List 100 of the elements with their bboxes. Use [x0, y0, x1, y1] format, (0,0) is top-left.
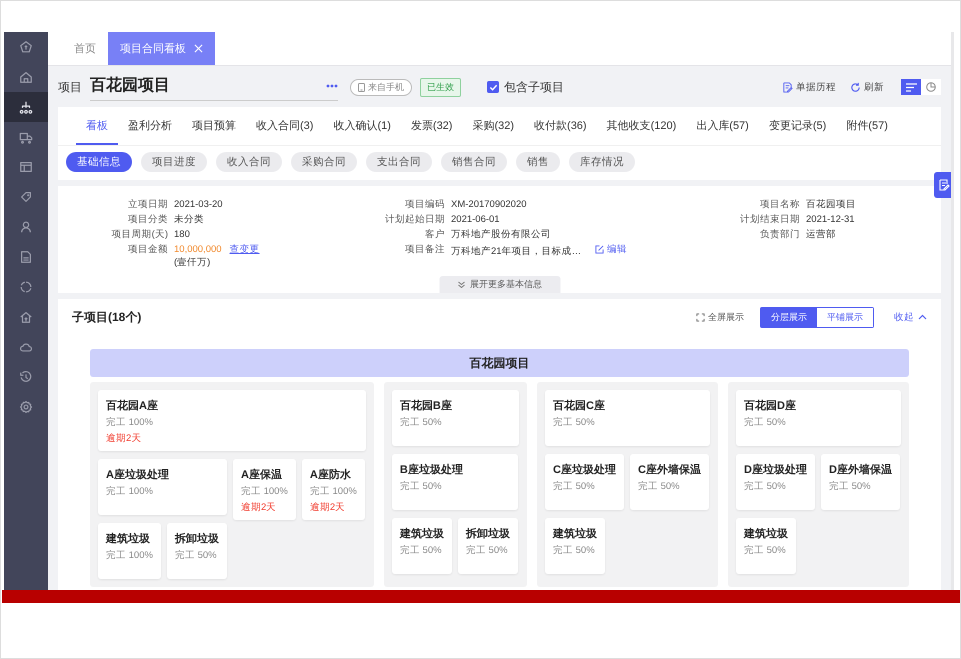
overdue-text: 逾期2天	[310, 501, 346, 514]
subproject-card[interactable]: 百花园B座 完工 50%	[392, 390, 519, 446]
edit-link[interactable]: 编辑	[595, 243, 628, 256]
filter-chip[interactable]: 采购合同	[291, 152, 357, 172]
phone-icon	[358, 82, 365, 92]
subproject-name: 百花园C座	[553, 398, 606, 413]
field-value: 未分类	[174, 213, 204, 226]
tab[interactable]: 附件(57)	[836, 107, 898, 145]
view-mode-button[interactable]: 分层展示	[761, 308, 817, 326]
tab[interactable]: 收入确认(1)	[323, 107, 401, 145]
filter-chip[interactable]: 基础信息	[66, 152, 132, 172]
view-toggle-button[interactable]	[901, 79, 921, 95]
subproject-name: 建筑垃圾	[553, 526, 597, 541]
completion-text: 完工 100%	[106, 416, 154, 429]
completion-text: 完工 50%	[638, 480, 681, 493]
expand-button[interactable]: 展开更多基本信息	[439, 276, 560, 293]
field-label: 项目编码	[404, 198, 445, 211]
subproject-card[interactable]: 建筑垃圾 完工 100%	[98, 523, 161, 579]
completion-text: 完工 50%	[466, 544, 509, 557]
subproject-card[interactable]: C座垃圾处理 完工 50%	[545, 454, 624, 510]
subproject-name: 百花园A座	[106, 398, 159, 413]
field-label: 项目名称	[759, 198, 800, 211]
completion-text: 完工 50%	[553, 416, 596, 429]
include-children-checkbox[interactable]: 包含子项目	[487, 78, 564, 96]
pie-chart-icon	[926, 82, 936, 92]
subproject-card[interactable]: D座垃圾处理 完工 50%	[736, 454, 815, 510]
subproject-card[interactable]: 建筑垃圾 完工 50%	[545, 518, 605, 574]
subproject-name: 拆卸垃圾	[174, 532, 219, 546]
history-icon	[19, 370, 33, 384]
tab[interactable]: 盈利分析	[118, 107, 182, 145]
project-title-field[interactable]: 百花园项目	[90, 73, 338, 101]
field-label: 立项日期	[127, 198, 168, 211]
root-project-name: 百花园项目	[470, 354, 530, 372]
completion-text: 完工 50%	[553, 480, 596, 493]
subproject-card[interactable]: A座垃圾处理 完工 100%	[98, 459, 227, 515]
toolbar-button[interactable]: 单据历程	[779, 80, 839, 94]
tab[interactable]: 项目预算	[182, 107, 246, 145]
subproject-card[interactable]: 百花园C座 完工 50%	[545, 390, 710, 446]
change-link[interactable]: 查变更	[230, 243, 260, 256]
completion-text: 完工 50%	[744, 480, 787, 493]
document-icon	[19, 250, 33, 264]
double-chevron-down-icon	[457, 281, 465, 288]
filter-chip[interactable]: 项目进度	[141, 152, 207, 172]
tab[interactable]: 其他收支(120)	[596, 107, 686, 145]
tab[interactable]: 收付款(36)	[524, 107, 597, 145]
close-icon[interactable]	[194, 44, 203, 53]
subproject-card[interactable]: 拆卸垃圾 完工 50%	[166, 523, 227, 579]
status-badge: 已生效	[420, 78, 461, 96]
completion-text: 完工 50%	[744, 544, 787, 557]
subproject-card[interactable]: 拆卸垃圾 完工 50%	[458, 518, 518, 574]
fullscreen-icon	[696, 312, 705, 322]
field-label: 客户	[424, 228, 445, 241]
filter-chip[interactable]: 销售合同	[441, 152, 507, 172]
tab[interactable]: 收入合同(3)	[246, 107, 324, 145]
subproject-card[interactable]: 建筑垃圾 完工 50%	[392, 518, 452, 574]
field-label: 负责部门	[759, 228, 800, 241]
side-float-button[interactable]	[934, 172, 951, 198]
toolbar-button[interactable]: 刷新	[847, 80, 887, 94]
refresh-icon	[850, 82, 861, 92]
filter-chip[interactable]: 支出合同	[366, 152, 432, 172]
more-icon[interactable]	[326, 84, 338, 88]
subproject-card[interactable]: D座外墙保温 完工 50%	[820, 454, 900, 510]
subproject-card[interactable]: 建筑垃圾 完工 50%	[736, 518, 796, 574]
chevron-up-icon	[918, 314, 927, 320]
page-tab-label: 项目合同看板	[120, 42, 186, 56]
view-toggle-button[interactable]	[921, 79, 941, 95]
subproject-card[interactable]: 百花园D座 完工 50%	[736, 390, 901, 446]
settings-icon	[19, 400, 33, 414]
filter-chip[interactable]: 销售	[516, 152, 560, 172]
fullscreen-button[interactable]: 全屏展示	[690, 310, 750, 324]
subproject-card[interactable]: C座外墙保温 完工 50%	[630, 454, 709, 510]
tab[interactable]: 变更记录(5)	[758, 107, 836, 145]
document-edit-icon	[782, 82, 793, 92]
collapse-button[interactable]: 收起	[894, 310, 927, 324]
checkbox[interactable]	[487, 81, 499, 93]
field-label: 项目备注	[404, 243, 445, 257]
field-value: 百花园项目	[806, 198, 856, 211]
tab[interactable]: 发票(32)	[400, 107, 462, 145]
subproject-card[interactable]: A座保温 完工 100% 逾期2天	[232, 459, 296, 520]
sidebar-item[interactable]	[4, 92, 48, 122]
tab[interactable]: 采购(32)	[462, 107, 524, 145]
edit-icon	[595, 245, 604, 254]
page-tab[interactable]: 首页	[62, 32, 108, 65]
amount-in-words: (壹仟万)	[174, 256, 212, 269]
tag-icon	[19, 190, 33, 204]
tab[interactable]: 看板	[76, 107, 118, 145]
subproject-card[interactable]: B座垃圾处理 完工 50%	[392, 454, 518, 510]
completion-text: 完工 100%	[240, 485, 288, 498]
completion-text: 完工 100%	[310, 485, 357, 498]
subproject-name: 百花园D座	[744, 398, 797, 413]
subproject-card[interactable]: A座防水 完工 100% 逾期2天	[302, 459, 365, 520]
tab[interactable]: 出入库(57)	[686, 107, 759, 145]
filter-chip[interactable]: 库存情况	[569, 152, 635, 172]
field-label: 项目周期(天)	[110, 228, 168, 241]
subproject-card[interactable]: 百花园A座 完工 100% 逾期2天	[98, 390, 366, 451]
filter-chip[interactable]: 收入合同	[216, 152, 282, 172]
overdue-text: 逾期2天	[240, 501, 278, 514]
subproject-name: 建筑垃圾	[744, 526, 788, 541]
list-icon	[906, 82, 916, 92]
subproject-name: B座垃圾处理	[400, 462, 464, 477]
